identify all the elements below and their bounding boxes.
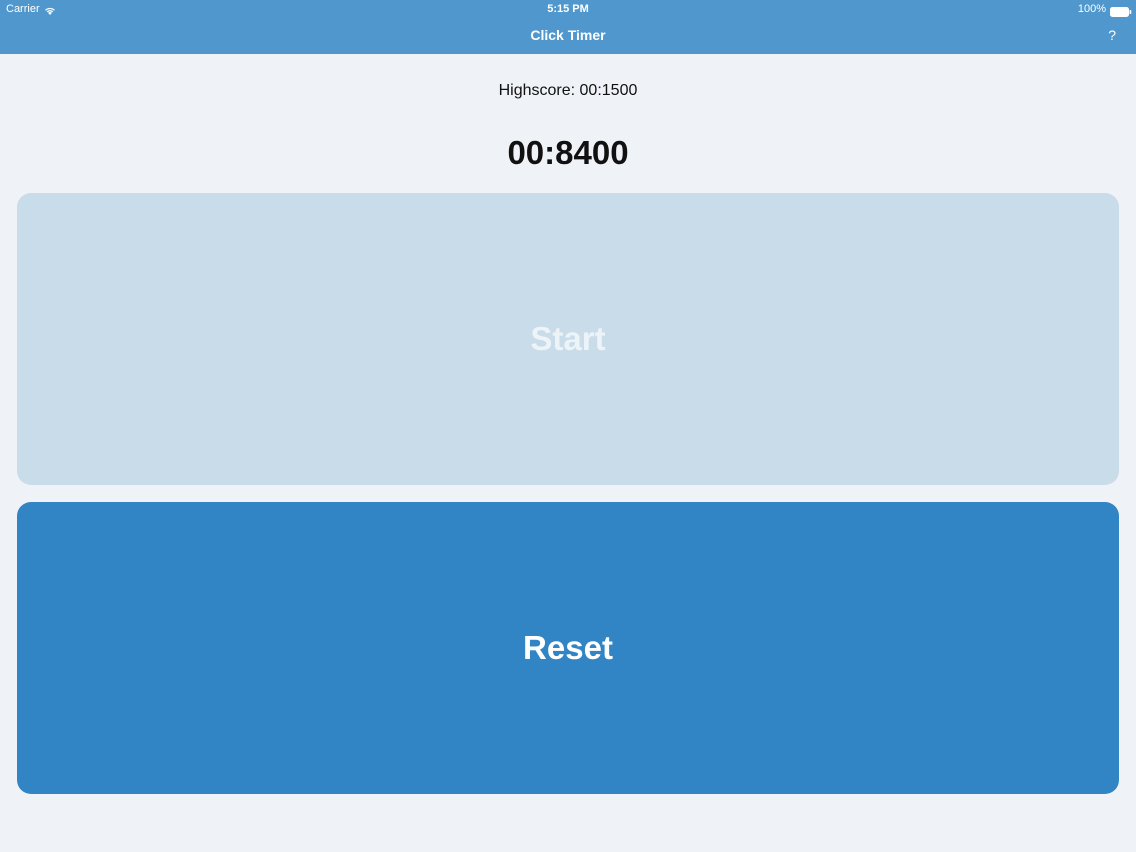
help-button[interactable]: ? [1108,24,1116,46]
battery-percentage: 100% [1077,3,1106,15]
top-bar: Carrier 5:15 PM 100% Click Timer ? [0,0,1136,54]
battery-indicator: 100% [1077,0,1132,18]
nav-title: Click Timer [530,27,606,43]
battery-icon [1110,5,1132,17]
status-bar: Carrier 5:15 PM 100% [0,0,1136,18]
timer-display: 00:8400 [507,134,629,171]
start-button-label: Start [530,320,606,357]
start-button[interactable]: Start [17,193,1119,485]
highscore-label: Highscore: 00:1500 [498,82,638,99]
reset-button[interactable]: Reset [17,502,1119,794]
status-time: 5:15 PM [547,3,589,15]
reset-button-label: Reset [523,629,613,666]
